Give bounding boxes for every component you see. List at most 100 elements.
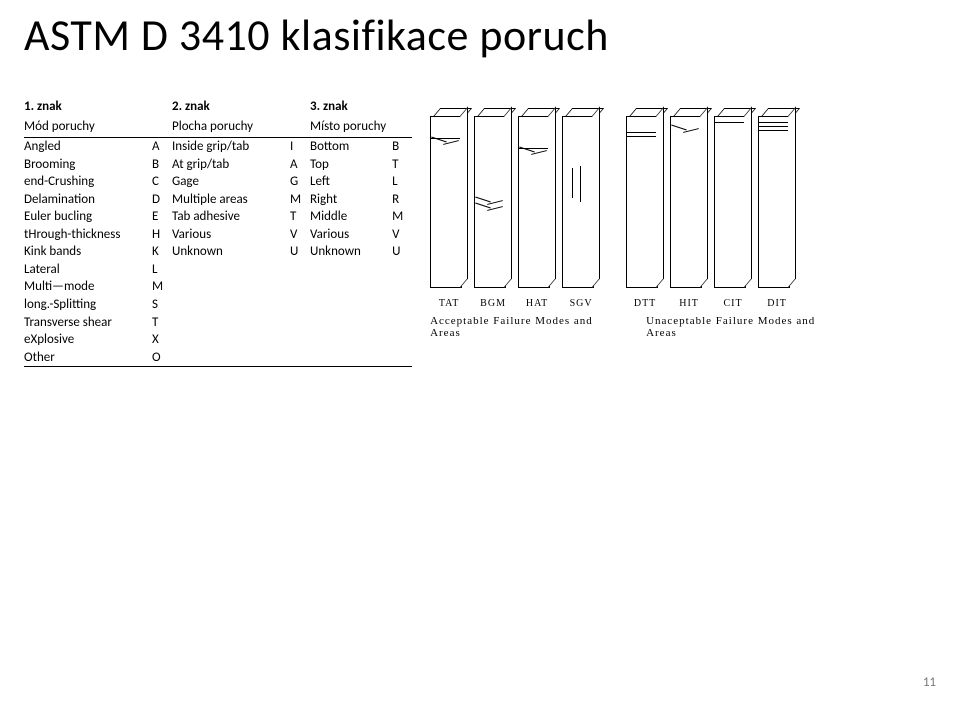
cell-area-code [290,314,310,332]
cell-mode-code: L [152,261,172,279]
cell-loc [310,296,392,314]
table-row: OtherO [24,349,412,367]
cell-mode-code: B [152,156,172,174]
bar-label: HAT [518,298,556,309]
cell-loc: Unknown [310,243,392,261]
classification-table: 1. znak 2. znak 3. znak Mód poruchy Ploc… [24,98,412,367]
cell-loc: Right [310,191,392,209]
cell-area [172,349,290,367]
table-row: DelaminationDMultiple areasMRightR [24,191,412,209]
cell-mode: Kink bands [24,243,152,261]
cell-area: Gage [172,173,290,191]
cell-loc [310,278,392,296]
cell-mode: end-Crushing [24,173,152,191]
specimen-bar [714,108,752,288]
cell-loc-code [392,331,412,349]
cell-area: Various [172,226,290,244]
cell-area: At grip/tab [172,156,290,174]
cell-mode: Delamination [24,191,152,209]
cell-mode: Brooming [24,156,152,174]
cell-area [172,331,290,349]
specimen-bar [518,108,556,288]
cell-mode: Transverse shear [24,314,152,332]
cell-loc-code [392,314,412,332]
col-header-znak1: 1. znak [24,98,152,118]
table-row: LateralL [24,261,412,279]
specimen-bar [430,108,468,288]
cell-mode: Lateral [24,261,152,279]
cell-area-code: V [290,226,310,244]
table-row: eXplosiveX [24,331,412,349]
bar-label: HIT [670,298,708,309]
table-row: Euler buclingETab adhesiveTMiddleM [24,208,412,226]
caption-acceptable: Acceptable Failure Modes and Areas [430,315,606,339]
cell-area-code: G [290,173,310,191]
cell-loc-code: B [392,138,412,156]
specimen-bar [562,108,600,288]
bar-label: BGM [474,298,512,309]
cell-loc: Left [310,173,392,191]
cell-area-code: I [290,138,310,156]
page-title: ASTM D 3410 klasifikace poruch [0,0,960,62]
col-header-area: Plocha poruchy [172,118,290,138]
cell-area-code: A [290,156,310,174]
col-header-znak2: 2. znak [172,98,290,118]
table-row: Kink bandsKUnknownUUnknownU [24,243,412,261]
table-row: long.-SplittingS [24,296,412,314]
cell-area: Unknown [172,243,290,261]
cell-mode-code: D [152,191,172,209]
cell-mode: long.-Splitting [24,296,152,314]
cell-mode-code: K [152,243,172,261]
cell-mode: Euler bucling [24,208,152,226]
specimen-bar [670,108,708,288]
cell-loc-code [392,296,412,314]
cell-loc-code [392,278,412,296]
cell-area-code [290,331,310,349]
cell-mode-code: S [152,296,172,314]
cell-loc-code: V [392,226,412,244]
cell-mode-code: T [152,314,172,332]
cell-mode-code: O [152,349,172,367]
caption-unacceptable: Unaceptable Failure Modes and Areas [646,315,836,339]
bar-label: DIT [758,298,796,309]
bar-label: TAT [430,298,468,309]
cell-mode: tHrough-thickness [24,226,152,244]
cell-loc-code: U [392,243,412,261]
cell-area [172,296,290,314]
table-row: AngledAInside grip/tabIBottomB [24,138,412,156]
cell-mode-code: E [152,208,172,226]
cell-loc: Top [310,156,392,174]
cell-area-code: T [290,208,310,226]
cell-area-code [290,261,310,279]
cell-area-code: U [290,243,310,261]
cell-loc [310,331,392,349]
cell-mode-code: X [152,331,172,349]
specimen-bar [474,108,512,288]
bar-label: CIT [714,298,752,309]
specimen-bar [758,108,796,288]
content-area: 1. znak 2. znak 3. znak Mód poruchy Ploc… [0,62,960,367]
cell-loc-code: M [392,208,412,226]
cell-loc [310,314,392,332]
cell-mode-code: A [152,138,172,156]
cell-loc: Various [310,226,392,244]
failure-mode-diagram: TAT BGM HAT SGV DTT HIT CIT DIT Acceptab… [430,98,942,367]
cell-loc-code: T [392,156,412,174]
cell-loc-code [392,349,412,367]
cell-mode-code: H [152,226,172,244]
cell-mode-code: C [152,173,172,191]
cell-area-code [290,296,310,314]
cell-area-code: M [290,191,310,209]
col-header-znak3: 3. znak [310,98,392,118]
cell-mode: eXplosive [24,331,152,349]
cell-loc [310,349,392,367]
table-row: BroomingBAt grip/tabATopT [24,156,412,174]
cell-area [172,278,290,296]
cell-loc [310,261,392,279]
bar-label: SGV [562,298,600,309]
cell-mode: Angled [24,138,152,156]
specimen-bar [626,108,664,288]
cell-area-code [290,349,310,367]
cell-loc-code: L [392,173,412,191]
table-row: Multi—modeM [24,278,412,296]
